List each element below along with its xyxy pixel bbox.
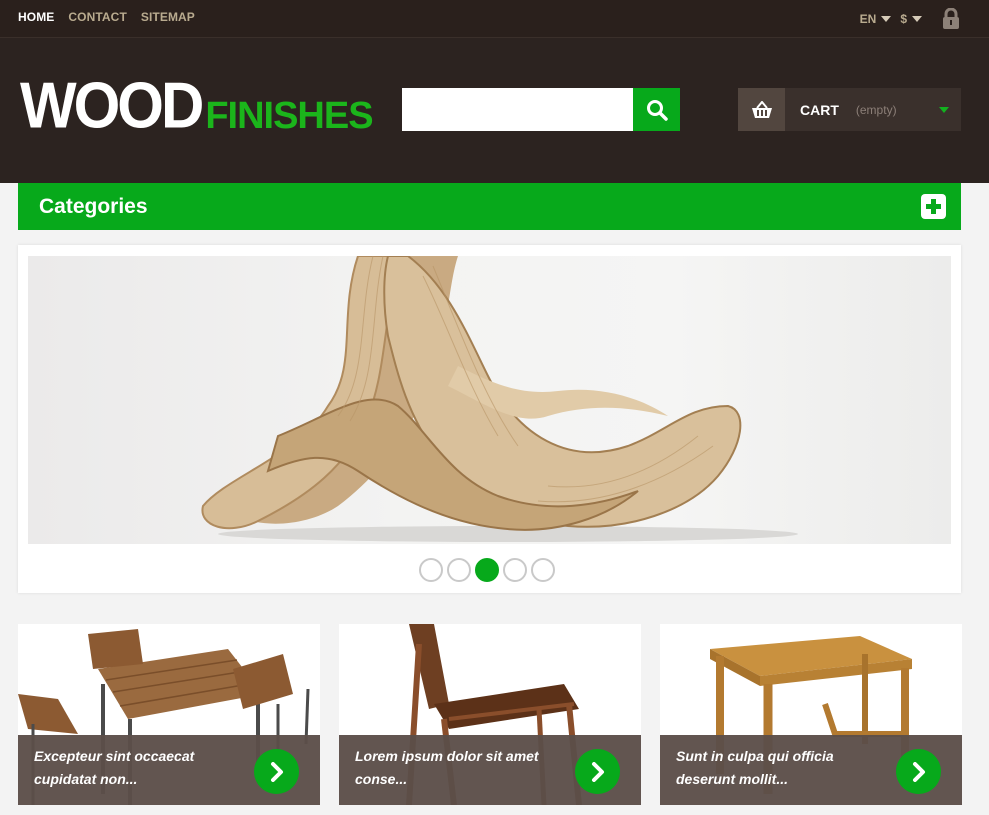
- tile-caption-text[interactable]: Lorem ipsum dolor sit amet conse...: [355, 745, 555, 791]
- chevron-down-icon: [939, 107, 949, 113]
- tile-caption-text[interactable]: Sunt in culpa qui officia deserunt molli…: [676, 745, 876, 791]
- chevron-right-icon[interactable]: [575, 749, 620, 794]
- site-header: WOOD FINISHES CART (empty): [0, 38, 989, 183]
- nav-sitemap-link[interactable]: SITEMAP: [141, 10, 195, 24]
- slider-dot-active[interactable]: [475, 558, 499, 582]
- lock-icon[interactable]: [941, 7, 961, 30]
- categories-title: Categories: [39, 194, 148, 218]
- product-tile[interactable]: Sunt in culpa qui officia deserunt molli…: [660, 624, 962, 805]
- nav-contact-link[interactable]: CONTACT: [68, 10, 126, 24]
- tile-caption: Excepteur sint occaecat cupidatat non...: [18, 735, 320, 805]
- language-dropdown[interactable]: EN: [860, 12, 892, 26]
- nav-home-link[interactable]: HOME: [18, 10, 54, 24]
- slide-image[interactable]: [28, 256, 951, 544]
- slider-dot[interactable]: [503, 558, 527, 582]
- search-button[interactable]: [633, 88, 680, 131]
- tile-caption-text[interactable]: Excepteur sint occaecat cupidatat non...: [34, 745, 234, 791]
- plus-icon[interactable]: [921, 194, 946, 219]
- chevron-down-icon: [912, 16, 922, 22]
- currency-dropdown[interactable]: $: [900, 12, 922, 26]
- cart-label: CART: [800, 101, 839, 118]
- slider-dot[interactable]: [531, 558, 555, 582]
- categories-bar[interactable]: Categories: [18, 183, 961, 230]
- chevron-right-icon[interactable]: [896, 749, 941, 794]
- slider-dots: [419, 558, 555, 582]
- search-input[interactable]: [402, 88, 633, 131]
- tile-caption: Sunt in culpa qui officia deserunt molli…: [660, 735, 962, 805]
- tile-caption: Lorem ipsum dolor sit amet conse...: [339, 735, 641, 805]
- language-value: EN: [859, 12, 877, 26]
- currency-value: $: [900, 12, 907, 26]
- logo-finishes: FINISHES: [205, 95, 373, 137]
- product-tile[interactable]: Lorem ipsum dolor sit amet conse...: [339, 624, 641, 805]
- top-bar: HOME CONTACT SITEMAP EN $: [0, 0, 989, 38]
- chevron-down-icon: [881, 16, 892, 22]
- basket-icon: [738, 88, 785, 131]
- chevron-right-icon[interactable]: [254, 749, 299, 794]
- search-icon: [646, 99, 668, 121]
- cart-button[interactable]: CART (empty): [738, 88, 961, 131]
- hero-slider: [18, 245, 961, 593]
- top-nav: HOME CONTACT SITEMAP: [18, 10, 195, 24]
- search-box: [402, 88, 680, 131]
- slider-dot[interactable]: [419, 558, 443, 582]
- product-tile[interactable]: Excepteur sint occaecat cupidatat non...: [18, 624, 320, 805]
- slider-dot[interactable]: [447, 558, 471, 582]
- top-right-tools: EN $: [860, 7, 961, 30]
- logo-wood: WOOD: [20, 69, 204, 142]
- cart-state: (empty): [855, 102, 897, 117]
- site-logo[interactable]: WOOD FINISHES: [20, 69, 374, 142]
